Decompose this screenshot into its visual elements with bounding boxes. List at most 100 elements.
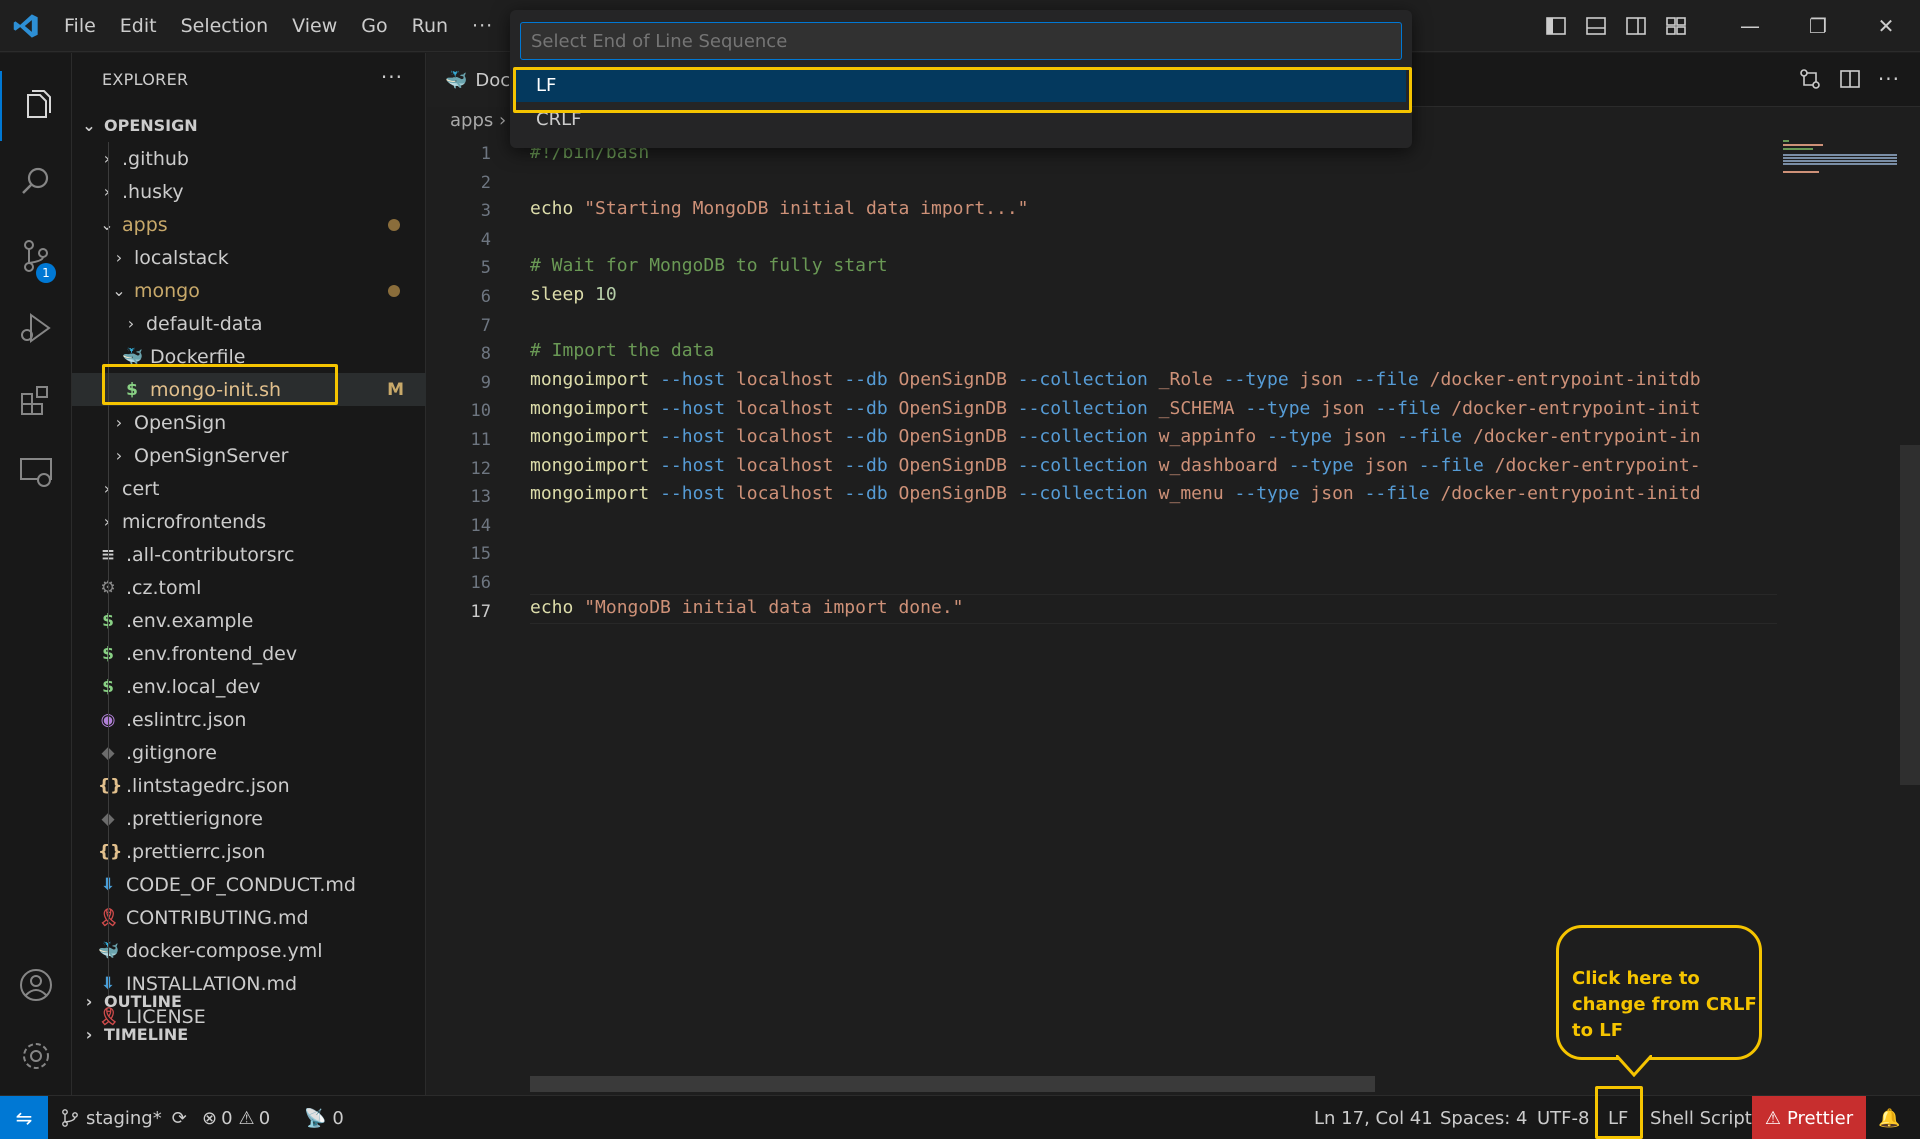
search-icon[interactable]: [0, 147, 72, 217]
tree-item[interactable]: $.env.example: [72, 604, 426, 637]
indentation-indicator[interactable]: Spaces: 4: [1440, 1096, 1527, 1139]
toggle-primary-sidebar-icon[interactable]: [1536, 0, 1576, 52]
breadcrumb[interactable]: apps ›: [450, 110, 506, 131]
tree-item[interactable]: ◆.gitignore: [72, 736, 426, 769]
activity-bar: 1: [0, 53, 72, 1095]
more-actions-button[interactable]: ···: [1878, 67, 1900, 91]
tree-item-label: docker-compose.yml: [126, 939, 323, 962]
toggle-panel-icon[interactable]: [1576, 0, 1616, 52]
source-control-icon[interactable]: 1: [0, 221, 72, 291]
line-number: 2: [480, 172, 491, 193]
code-line-8: # Import the data: [530, 340, 715, 361]
tree-item[interactable]: › .github: [72, 142, 426, 175]
restore-button[interactable]: ❐: [1784, 0, 1852, 52]
tree-item[interactable]: $.env.local_dev: [72, 670, 426, 703]
workspace-root[interactable]: ⌄ OPENSIGN: [72, 109, 426, 142]
timeline-section[interactable]: › TIMELINE: [72, 1018, 426, 1051]
accounts-icon[interactable]: [0, 950, 72, 1020]
vertical-scrollbar-thumb[interactable]: [1900, 445, 1920, 785]
tree-item-label: .lintstagedrc.json: [126, 774, 290, 797]
explorer-icon[interactable]: [0, 71, 72, 141]
line-number: 15: [470, 544, 491, 565]
minimap[interactable]: [1777, 140, 1897, 1095]
tree-item-label: .eslintrc.json: [126, 708, 247, 731]
tree-item[interactable]: › OpenSignServer: [72, 439, 426, 472]
menu-go[interactable]: Go: [349, 15, 399, 37]
branch-indicator[interactable]: staging* ⟳: [60, 1096, 187, 1139]
settings-gear-icon[interactable]: [0, 1021, 72, 1091]
tree-item[interactable]: {} .lintstagedrc.json: [72, 769, 426, 802]
remote-explorer-icon[interactable]: [0, 437, 72, 507]
outline-section[interactable]: › OUTLINE: [72, 985, 426, 1018]
tree-item[interactable]: › default-data: [72, 307, 426, 340]
tree-item-label: .gitignore: [126, 741, 217, 764]
tree-item[interactable]: ◆.prettierignore: [72, 802, 426, 835]
tree-item[interactable]: ≡.all-contributorsrc: [72, 538, 426, 571]
tree-item[interactable]: 🎗CONTRIBUTING.md: [72, 901, 426, 934]
tree-item[interactable]: › microfrontends: [72, 505, 426, 538]
menu-view[interactable]: View: [280, 15, 349, 37]
customize-layout-icon[interactable]: [1656, 0, 1696, 52]
prettier-status[interactable]: ⚠ Prettier: [1752, 1096, 1866, 1139]
indent-guide: [108, 142, 109, 1002]
minimize-button[interactable]: —: [1716, 0, 1784, 52]
run-debug-icon[interactable]: [0, 293, 72, 363]
line-number: 10: [470, 401, 491, 422]
modified-dot: [388, 284, 400, 297]
outline-label: OUTLINE: [104, 992, 182, 1011]
tree-item-label: localstack: [134, 246, 229, 269]
tree-item[interactable]: › cert: [72, 472, 426, 505]
modified-dot: [388, 218, 400, 231]
tree-item-label: .env.local_dev: [126, 675, 261, 698]
chevron-right-icon: ›: [115, 446, 123, 465]
menu-more-button[interactable]: ···: [460, 15, 505, 37]
tree-item[interactable]: ⬇CODE_OF_CONDUCT.md: [72, 868, 426, 901]
explorer-more-button[interactable]: ···: [381, 65, 403, 89]
eol-highlight-box: [1595, 1086, 1643, 1139]
language-mode[interactable]: Shell Script: [1650, 1096, 1752, 1139]
line-number: 1: [480, 144, 491, 164]
menu-file[interactable]: File: [52, 15, 108, 37]
encoding-indicator[interactable]: UTF-8: [1537, 1096, 1589, 1139]
tree-item[interactable]: ⌄ apps: [72, 208, 426, 241]
menu-selection[interactable]: Selection: [169, 15, 281, 37]
compare-changes-icon[interactable]: [1798, 67, 1822, 91]
menu-run[interactable]: Run: [400, 15, 460, 37]
code-line-import: mongoimport --host localhost --db OpenSi…: [530, 454, 1701, 476]
tree-item[interactable]: 🐳docker-compose.yml: [72, 934, 426, 967]
horizontal-scrollbar[interactable]: [530, 1076, 1375, 1092]
tree-item-label: microfrontends: [122, 510, 267, 533]
quick-pick-input[interactable]: [520, 22, 1402, 60]
problems-indicator[interactable]: ⊗ 0 ⚠ 0: [202, 1096, 270, 1139]
tree-item-label: CONTRIBUTING.md: [126, 906, 309, 929]
line-number: 17: [470, 601, 491, 622]
extensions-icon[interactable]: [0, 365, 72, 435]
tree-item[interactable]: {} .prettierrc.json: [72, 835, 426, 868]
sync-icon[interactable]: ⟳: [172, 1108, 187, 1129]
callout-tail: [1616, 1055, 1652, 1077]
warning-count: 0: [258, 1107, 271, 1129]
tree-item[interactable]: $.env.frontend_dev: [72, 637, 426, 670]
tree-item[interactable]: › .husky: [72, 175, 426, 208]
tree-item-label: .all-contributorsrc: [126, 543, 295, 566]
remote-indicator-icon[interactable]: ⇋: [0, 1096, 48, 1139]
line-number: 7: [480, 315, 491, 336]
ports-count: 0: [332, 1107, 344, 1129]
close-button[interactable]: ✕: [1852, 0, 1920, 52]
cursor-position[interactable]: Ln 17, Col 41: [1314, 1096, 1433, 1139]
explorer-title: EXPLORER: [102, 70, 189, 89]
tree-item[interactable]: ◉.eslintrc.json: [72, 703, 426, 736]
code-line-5: # Wait for MongoDB to fully start: [530, 255, 888, 276]
split-editor-icon[interactable]: [1838, 67, 1862, 91]
tree-item[interactable]: ⚙.cz.toml: [72, 571, 426, 604]
tree-item[interactable]: › OpenSign: [72, 406, 426, 439]
chevron-right-icon: ›: [103, 479, 111, 498]
tree-item[interactable]: › localstack: [72, 241, 426, 274]
toggle-secondary-sidebar-icon[interactable]: [1616, 0, 1656, 52]
menu-edit[interactable]: Edit: [108, 15, 169, 37]
line-number: 4: [480, 229, 491, 250]
warning-triangle-icon: ⚠: [1764, 1107, 1781, 1129]
tree-item[interactable]: ⌄ mongo: [72, 274, 426, 307]
ports-indicator[interactable]: 📡 0: [304, 1096, 344, 1139]
notifications-bell-icon[interactable]: 🔔: [1878, 1096, 1900, 1139]
